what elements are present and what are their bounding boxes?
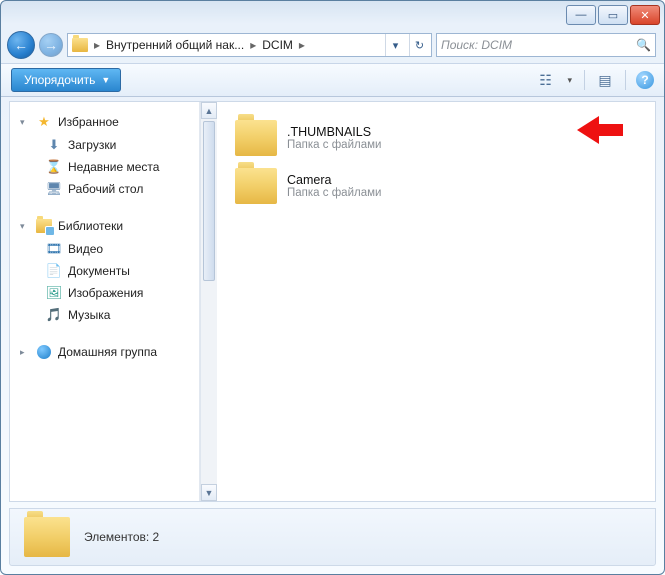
sidebar-group-homegroup[interactable]: ▸ Домашняя группа [10, 340, 199, 364]
chevron-right-icon: ▸ [20, 347, 30, 358]
chevron-right-icon: ▸ [297, 38, 307, 52]
sidebar: ▾ ★ Избранное ⬇ Загрузки ⌛ Недавние мест… [10, 102, 200, 501]
download-icon: ⬇ [46, 137, 62, 153]
scroll-up-button[interactable]: ▲ [201, 102, 217, 119]
help-button[interactable]: ? [636, 71, 654, 89]
chevron-down-icon: ▾ [20, 221, 30, 232]
libraries-items: 🎞 Видео 📄 Документы 🖼 Изображения 🎵 Музы… [10, 238, 199, 326]
body: ▾ ★ Избранное ⬇ Загрузки ⌛ Недавние мест… [9, 101, 656, 502]
homegroup-icon [36, 344, 52, 360]
sidebar-item-music[interactable]: 🎵 Музыка [40, 304, 199, 326]
view-options-button[interactable]: ☷ [535, 70, 555, 90]
chevron-down-icon[interactable]: ▾ [565, 75, 574, 86]
refresh-button[interactable]: ↻ [409, 34, 429, 56]
libraries-icon [36, 218, 52, 234]
chevron-down-icon: ▼ [101, 75, 110, 85]
sidebar-group-favorites[interactable]: ▾ ★ Избранное [10, 110, 199, 134]
address-row: ← → ▸ Внутренний общий нак... ▸ DCIM ▸ ▾… [1, 29, 664, 63]
separator [584, 70, 585, 90]
preview-pane-button[interactable]: ▤ [595, 70, 615, 90]
picture-icon: 🖼 [46, 285, 62, 301]
folder-icon [235, 120, 277, 156]
sidebar-item-desktop[interactable]: 🖥 Рабочий стол [40, 178, 199, 200]
address-dropdown-button[interactable]: ▾ [385, 34, 405, 56]
folder-type: Папка с файлами [287, 187, 381, 199]
folder-content[interactable]: .THUMBNAILS Папка с файлами Camera Папка… [217, 102, 655, 501]
sidebar-item-downloads[interactable]: ⬇ Загрузки [40, 134, 199, 156]
sidebar-item-recent[interactable]: ⌛ Недавние места [40, 156, 199, 178]
maximize-button[interactable]: ▭ [598, 5, 628, 25]
recent-icon: ⌛ [46, 159, 62, 175]
star-icon: ★ [36, 114, 52, 130]
search-icon[interactable]: 🔍 [636, 38, 651, 52]
nav-back-button[interactable]: ← [7, 31, 35, 59]
sidebar-item-label: Видео [68, 242, 103, 256]
annotation-arrow [577, 116, 623, 144]
sidebar-group-label: Домашняя группа [58, 345, 157, 359]
search-placeholder: Поиск: DCIM [441, 38, 512, 52]
sidebar-item-label: Рабочий стол [68, 182, 143, 196]
favorites-items: ⬇ Загрузки ⌛ Недавние места 🖥 Рабочий ст… [10, 134, 199, 200]
status-text: Элементов: 2 [84, 530, 159, 544]
video-icon: 🎞 [46, 241, 62, 257]
organize-button[interactable]: Упорядочить ▼ [11, 68, 121, 92]
folder-icon [235, 168, 277, 204]
organize-label: Упорядочить [24, 73, 95, 87]
sidebar-item-label: Музыка [68, 308, 110, 322]
scroll-down-button[interactable]: ▼ [201, 484, 217, 501]
chevron-right-icon: ▸ [92, 38, 102, 52]
address-bar[interactable]: ▸ Внутренний общий нак... ▸ DCIM ▸ ▾ ↻ [67, 33, 432, 57]
document-icon: 📄 [46, 263, 62, 279]
scroll-thumb[interactable] [203, 121, 215, 281]
sidebar-item-label: Документы [68, 264, 130, 278]
sidebar-item-video[interactable]: 🎞 Видео [40, 238, 199, 260]
separator [625, 70, 626, 90]
nav-forward-button[interactable]: → [39, 33, 63, 57]
close-button[interactable]: ✕ [630, 5, 660, 25]
scroll-track[interactable] [201, 119, 217, 484]
breadcrumb-part[interactable]: Внутренний общий нак... [106, 38, 244, 52]
toolbar-right: ☷ ▾ ▤ ? [535, 70, 654, 90]
sidebar-group-libraries[interactable]: ▾ Библиотеки [10, 214, 199, 238]
chevron-right-icon: ▸ [248, 38, 258, 52]
sidebar-item-pictures[interactable]: 🖼 Изображения [40, 282, 199, 304]
status-bar: Элементов: 2 [9, 508, 656, 566]
sidebar-item-label: Загрузки [68, 138, 116, 152]
minimize-button[interactable]: — [566, 5, 596, 25]
sidebar-scrollbar[interactable]: ▲ ▼ [200, 102, 217, 501]
folder-name: Camera [287, 173, 381, 187]
sidebar-group-label: Библиотеки [58, 219, 123, 233]
breadcrumb-part[interactable]: DCIM [262, 38, 293, 52]
folder-icon [24, 517, 70, 557]
sidebar-item-documents[interactable]: 📄 Документы [40, 260, 199, 282]
sidebar-item-label: Недавние места [68, 160, 159, 174]
titlebar: — ▭ ✕ [1, 1, 664, 29]
desktop-icon: 🖥 [46, 181, 62, 197]
search-input[interactable]: Поиск: DCIM 🔍 [436, 33, 656, 57]
explorer-window: — ▭ ✕ ← → ▸ Внутренний общий нак... ▸ DC… [0, 0, 665, 575]
sidebar-group-label: Избранное [58, 115, 119, 129]
folder-name: .THUMBNAILS [287, 125, 381, 139]
chevron-down-icon: ▾ [20, 117, 30, 128]
folder-type: Папка с файлами [287, 139, 381, 151]
folder-icon [72, 38, 88, 52]
toolbar: Упорядочить ▼ ☷ ▾ ▤ ? [1, 63, 664, 97]
sidebar-item-label: Изображения [68, 286, 143, 300]
music-icon: 🎵 [46, 307, 62, 323]
folder-item-camera[interactable]: Camera Папка с файлами [227, 162, 645, 210]
